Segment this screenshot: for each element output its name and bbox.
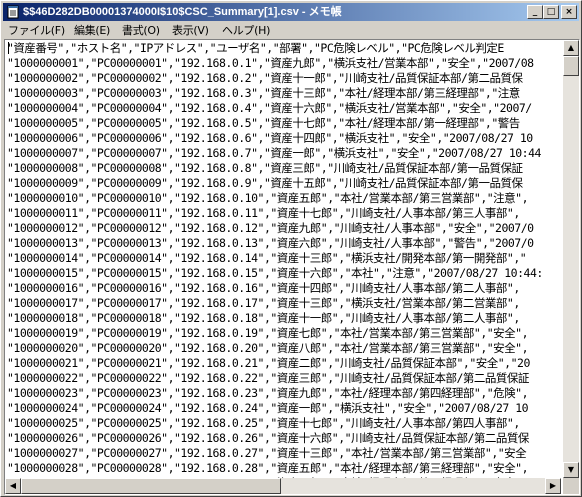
- arrow-down-icon: ▼: [567, 465, 575, 474]
- arrow-up-icon: ▲: [567, 43, 575, 52]
- csv-data-line: "1000000007","PC00000007","192.168.0.7",…: [7, 146, 541, 160]
- notepad-window: $$46D282DB00001374000I$10$CSC_Summary[1]…: [0, 0, 582, 497]
- horizontal-scrollbar[interactable]: ◀ ▶: [5, 478, 561, 494]
- csv-data-line: "1000000028","PC00000028","192.168.0.28"…: [7, 461, 529, 475]
- csv-data-line: "1000000009","PC00000009","192.168.0.9",…: [7, 176, 523, 190]
- menu-file[interactable]: ファイル(F): [8, 23, 65, 38]
- close-icon: ×: [565, 7, 573, 17]
- csv-data-line: "1000000004","PC00000004","192.168.0.4",…: [7, 101, 532, 115]
- vertical-scroll-thumb[interactable]: [563, 56, 579, 76]
- horizontal-scroll-thumb[interactable]: [21, 478, 281, 494]
- window-title: $$46D282DB00001374000I$10$CSC_Summary[1]…: [23, 6, 342, 18]
- csv-data-line: "1000000019","PC00000019","192.168.0.19"…: [7, 326, 529, 340]
- document-text-area[interactable]: "資産番号","ホスト名","IPアドレス","ユーザ名","部署","PC危険…: [5, 40, 561, 478]
- csv-data-line: "1000000012","PC00000012","192.168.0.12"…: [7, 221, 534, 235]
- menu-bar: ファイル(F) 編集(E) 書式(O) 表示(V) ヘルプ(H): [3, 22, 579, 39]
- scroll-up-button[interactable]: ▲: [563, 40, 579, 56]
- minimize-button[interactable]: _: [527, 5, 543, 19]
- scroll-right-button[interactable]: ▶: [545, 478, 561, 494]
- arrow-right-icon: ▶: [549, 481, 557, 490]
- csv-data-line: "1000000023","PC00000023","192.168.0.23"…: [7, 386, 529, 400]
- csv-data-line: "1000000008","PC00000008","192.168.0.8",…: [7, 161, 523, 175]
- menu-help[interactable]: ヘルプ(H): [222, 23, 270, 38]
- csv-data-line: "1000000025","PC00000025","192.168.0.25"…: [7, 416, 520, 430]
- menu-view[interactable]: 表示(V): [172, 23, 209, 38]
- csv-data-line: "1000000001","PC00000001","192.168.0.1",…: [7, 56, 534, 70]
- csv-data-line: "1000000018","PC00000018","192.168.0.18"…: [7, 311, 520, 325]
- csv-data-line: "1000000024","PC00000024","192.168.0.24"…: [7, 401, 529, 415]
- scroll-left-button[interactable]: ◀: [5, 478, 21, 494]
- csv-data-line: "1000000006","PC00000006","192.168.0.6",…: [7, 131, 533, 145]
- csv-data-line: "1000000021","PC00000021","192.168.0.21"…: [7, 356, 530, 370]
- minimize-icon: _: [532, 7, 538, 17]
- size-grip[interactable]: [563, 478, 579, 494]
- csv-data-line: "1000000017","PC00000017","192.168.0.17"…: [7, 296, 520, 310]
- csv-data-line: "1000000026","PC00000026","192.168.0.26"…: [7, 431, 529, 445]
- csv-data-line: "1000000016","PC00000016","192.168.0.16"…: [7, 281, 520, 295]
- maximize-icon: □: [546, 7, 556, 17]
- csv-data-line: "1000000002","PC00000002","192.168.0.2",…: [7, 71, 523, 85]
- maximize-button[interactable]: □: [543, 5, 559, 19]
- menu-format[interactable]: 書式(O): [122, 23, 160, 38]
- menu-edit[interactable]: 編集(E): [74, 23, 110, 38]
- csv-data-line: "1000000005","PC00000005","192.168.0.5",…: [7, 116, 520, 130]
- csv-data-line: "1000000011","PC00000011","192.168.0.11"…: [7, 206, 520, 220]
- csv-data-line: "1000000022","PC00000022","192.168.0.22"…: [7, 371, 529, 385]
- vertical-scrollbar[interactable]: ▲ ▼: [563, 40, 579, 478]
- csv-data-line: "1000000010","PC00000010","192.168.0.10"…: [7, 191, 529, 205]
- csv-data-line: "1000000003","PC00000003","192.168.0.3",…: [7, 86, 520, 100]
- csv-data-line: "1000000027","PC00000027","192.168.0.27"…: [7, 446, 527, 460]
- csv-data-line: "1000000013","PC00000013","192.168.0.13"…: [7, 236, 534, 250]
- csv-header-line: "資産番号","ホスト名","IPアドレス","ユーザ名","部署","PC危険…: [7, 41, 504, 55]
- csv-data-line: "1000000015","PC00000015","192.168.0.15"…: [7, 266, 543, 280]
- csv-data-line: "1000000020","PC00000020","192.168.0.20"…: [7, 341, 529, 355]
- csv-data-line: "1000000014","PC00000014","192.168.0.14"…: [7, 251, 527, 265]
- title-bar[interactable]: $$46D282DB00001374000I$10$CSC_Summary[1]…: [3, 3, 579, 21]
- notepad-app-icon[interactable]: [6, 5, 20, 19]
- scroll-down-button[interactable]: ▼: [563, 462, 579, 478]
- arrow-left-icon: ◀: [9, 481, 17, 490]
- editor-client-area: "資産番号","ホスト名","IPアドレス","ユーザ名","部署","PC危険…: [4, 39, 580, 495]
- close-button[interactable]: ×: [561, 5, 577, 19]
